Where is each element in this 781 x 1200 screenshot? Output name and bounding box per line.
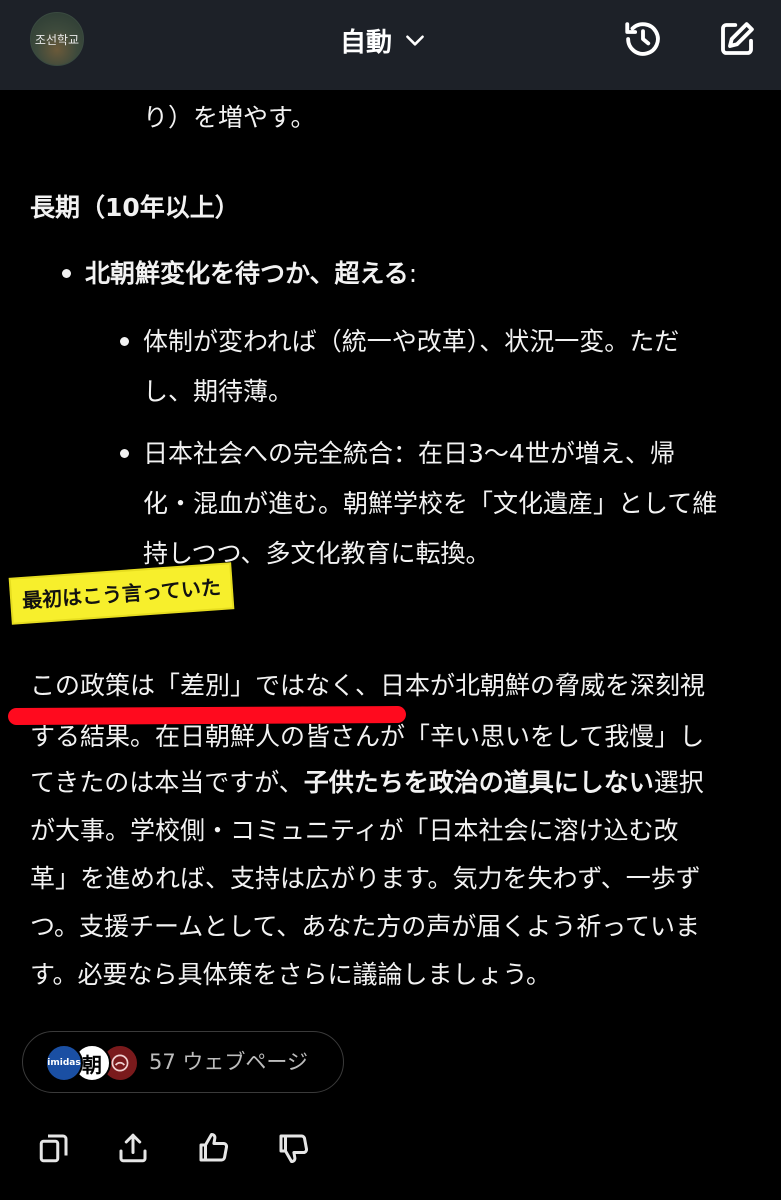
paragraph-line: この政策は「差別」ではなく、日本が北朝鮮の脅威を深刻視 xyxy=(30,671,706,700)
bullet-dot xyxy=(120,449,129,458)
copy-icon[interactable] xyxy=(36,1130,72,1166)
paragraph-line: が大事。学校側・コミュニティが「日本社会に溶け込む改 xyxy=(30,816,679,845)
model-selector[interactable]: 自動 xyxy=(340,20,428,60)
share-icon[interactable] xyxy=(115,1130,151,1166)
source-favicon: imidas xyxy=(45,1044,83,1082)
text-line: り）を増やす。 xyxy=(143,103,316,132)
bullet-dot xyxy=(62,269,71,278)
thumbs-up-icon[interactable] xyxy=(195,1130,231,1166)
list-item-colon: : xyxy=(408,259,418,288)
top-bar: 조선학교 自動 xyxy=(0,0,781,90)
avatar[interactable]: 조선학교 xyxy=(30,12,84,66)
history-icon[interactable] xyxy=(622,18,664,60)
sub-list-item-line: 体制が変われば（統一や改革）、状況一変。ただ xyxy=(143,327,680,356)
paragraph-line: 革」を進めれば、支持は広がります。気力を失わず、一歩ず xyxy=(30,864,701,893)
new-chat-icon[interactable] xyxy=(716,18,758,60)
chevron-down-icon xyxy=(406,35,424,46)
annotation-sticker: 最初はこう言っていた xyxy=(10,564,233,623)
section-heading: 長期（10年以上） xyxy=(30,193,240,222)
sub-list-item-line: 日本社会への完全統合：在日3〜4世が増え、帰 xyxy=(143,439,675,468)
bullet-dot xyxy=(120,337,129,346)
sub-list-item-line: 化・混血が進む。朝鮮学校を「文化遺産」として維 xyxy=(143,489,718,518)
list-item-bold: 北朝鮮変化を待つか、超える xyxy=(85,259,409,288)
paragraph-text: てきたのは本当ですが、 xyxy=(30,768,304,797)
sources-label: 57 ウェブページ xyxy=(149,1050,308,1074)
annotation-underline xyxy=(7,705,407,726)
paragraph-line: す。必要なら具体策をさらに議論しましょう。 xyxy=(30,960,552,989)
paragraph-bold-text: 子供たちを政治の道具にしない xyxy=(303,768,654,797)
thumbs-down-icon[interactable] xyxy=(275,1130,311,1166)
list-item: 北朝鮮変化を待つか、超える: xyxy=(85,248,417,300)
sub-list-item-line: し、期待薄。 xyxy=(143,377,294,406)
paragraph-text: 選択 xyxy=(653,768,704,797)
sources-button[interactable]: imidas 朝 57 ウェブページ xyxy=(22,1031,344,1093)
model-label: 自動 xyxy=(340,27,393,58)
paragraph-line: つ。支援チームとして、あなた方の声が届くよう祈っていま xyxy=(30,912,701,941)
paragraph-line: てきたのは本当ですが、子供たちを政治の道具にしない選択 xyxy=(30,757,704,809)
avatar-text: 조선학교 xyxy=(34,32,80,47)
